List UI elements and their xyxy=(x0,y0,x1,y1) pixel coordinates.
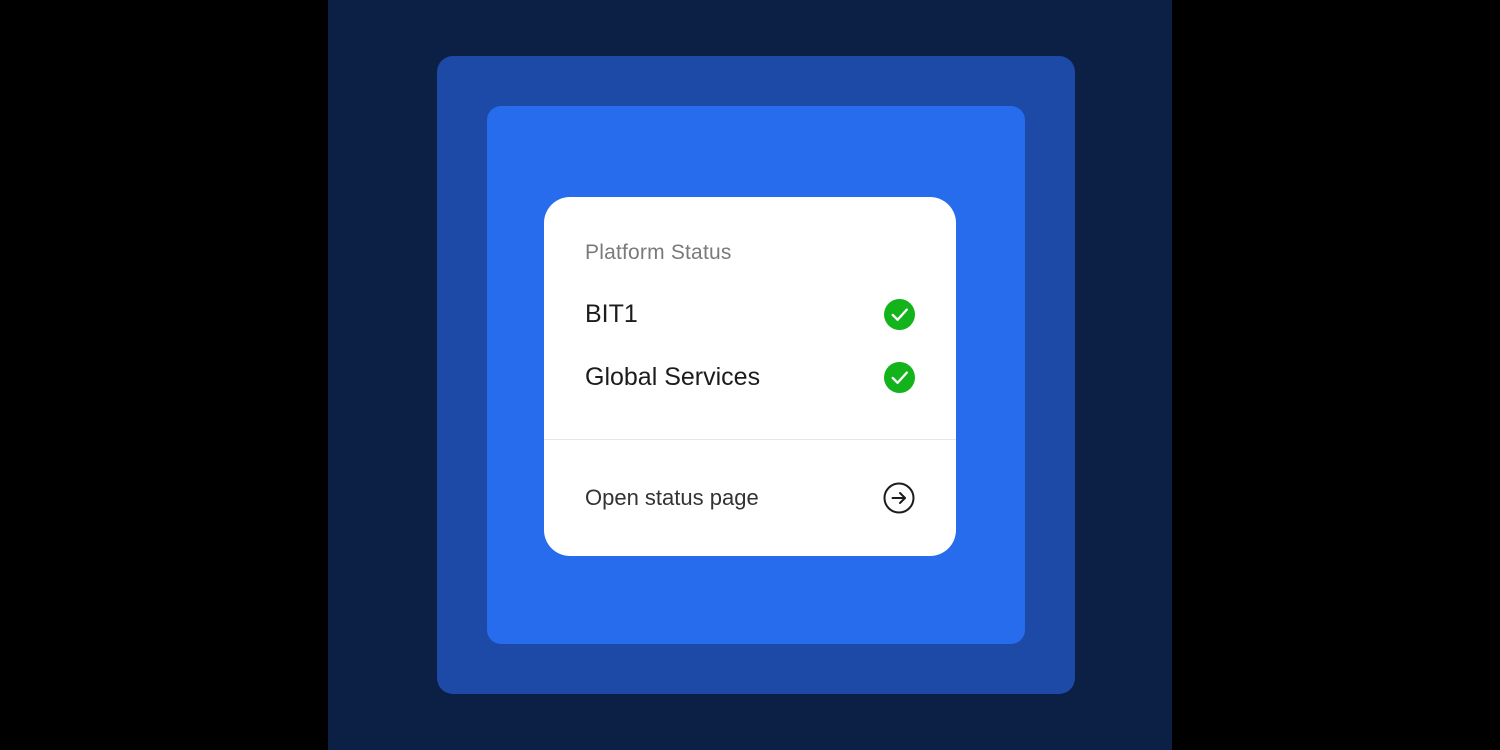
platform-status-card: Platform Status BIT1 Global Services Ope… xyxy=(544,197,956,556)
divider xyxy=(544,439,956,440)
service-name: Global Services xyxy=(585,363,761,391)
check-circle-icon xyxy=(884,299,915,330)
open-status-page-label[interactable]: Open status page xyxy=(585,485,759,511)
service-row-bit1: BIT1 xyxy=(585,298,915,332)
service-row-global-services: Global Services xyxy=(585,361,915,395)
open-status-page-link[interactable]: Open status page xyxy=(585,482,915,514)
arrow-right-circle-icon[interactable] xyxy=(883,482,915,514)
service-name: BIT1 xyxy=(585,300,638,328)
check-circle-icon xyxy=(884,362,915,393)
card-title: Platform Status xyxy=(585,241,732,264)
